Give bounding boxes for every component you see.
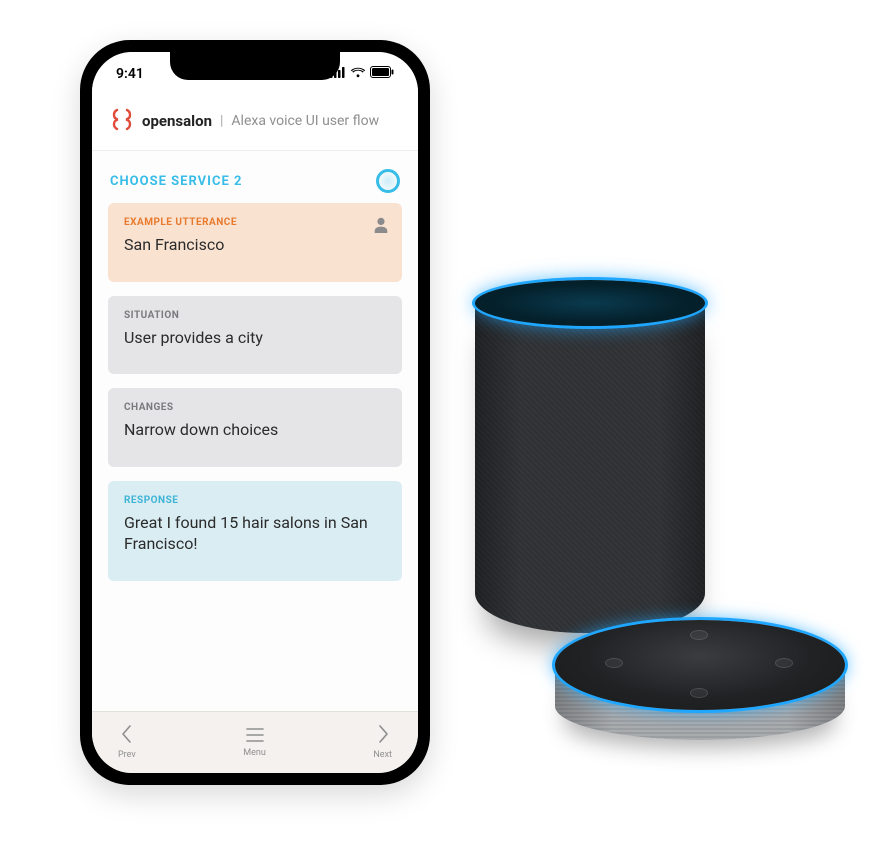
echo-dot-button [690,688,708,698]
alexa-ring-icon[interactable] [376,169,400,193]
content-area[interactable]: CHOOSE SERVICE 2 EXAMPLE UTTERANCE San F… [92,151,418,711]
battery-icon [370,66,394,82]
nav-prev-label: Prev [118,750,136,760]
header-divider: | [220,113,223,129]
card-label-utterance: EXAMPLE UTTERANCE [124,217,386,228]
menu-icon [245,726,265,746]
amazon-echo-device [470,280,710,650]
card-label-situation: SITUATION [124,310,386,321]
echo-dot-button [775,658,793,668]
amazon-echo-dot-device [555,620,855,760]
echo-light-ring [475,280,705,326]
phone-frame: 9:41 opensalon | Alexa voice UI user flo… [80,40,430,785]
nav-menu-label: Menu [243,748,266,758]
card-body-situation: User provides a city [124,327,386,349]
card-response[interactable]: RESPONSE Great I found 15 hair salons in… [108,481,402,581]
phone-screen: 9:41 opensalon | Alexa voice UI user flo… [92,52,418,773]
card-changes[interactable]: CHANGES Narrow down choices [108,388,402,467]
status-time: 9:41 [116,66,144,82]
nav-next-label: Next [373,750,392,760]
wifi-icon [350,66,366,82]
echo-dot-button [605,658,623,668]
card-body-response: Great I found 15 hair salons in San Fran… [124,512,386,555]
section-title-row: CHOOSE SERVICE 2 [108,161,402,203]
nav-next[interactable]: Next [373,723,392,760]
card-situation[interactable]: SITUATION User provides a city [108,296,402,375]
header-subtitle: Alexa voice UI user flow [231,113,379,129]
status-indicators [330,66,394,82]
notch [170,52,340,80]
card-body-utterance: San Francisco [124,234,386,256]
card-example-utterance[interactable]: EXAMPLE UTTERANCE San Francisco [108,203,402,282]
card-label-changes: CHANGES [124,402,386,413]
nav-prev[interactable]: Prev [118,723,136,760]
opensalon-logo-icon [110,106,134,136]
chevron-left-icon [119,723,135,748]
card-body-changes: Narrow down choices [124,419,386,441]
section-title: CHOOSE SERVICE 2 [110,174,243,189]
brand-name: opensalon [142,112,212,130]
bottom-nav: Prev Menu Next [92,711,418,773]
echo-dot-top [555,620,845,710]
person-icon [374,217,388,237]
echo-body [475,303,705,633]
nav-menu[interactable]: Menu [243,726,266,758]
card-label-response: RESPONSE [124,495,386,506]
app-header: opensalon | Alexa voice UI user flow [92,96,418,151]
echo-dot-button [690,630,708,640]
chevron-right-icon [375,723,391,748]
